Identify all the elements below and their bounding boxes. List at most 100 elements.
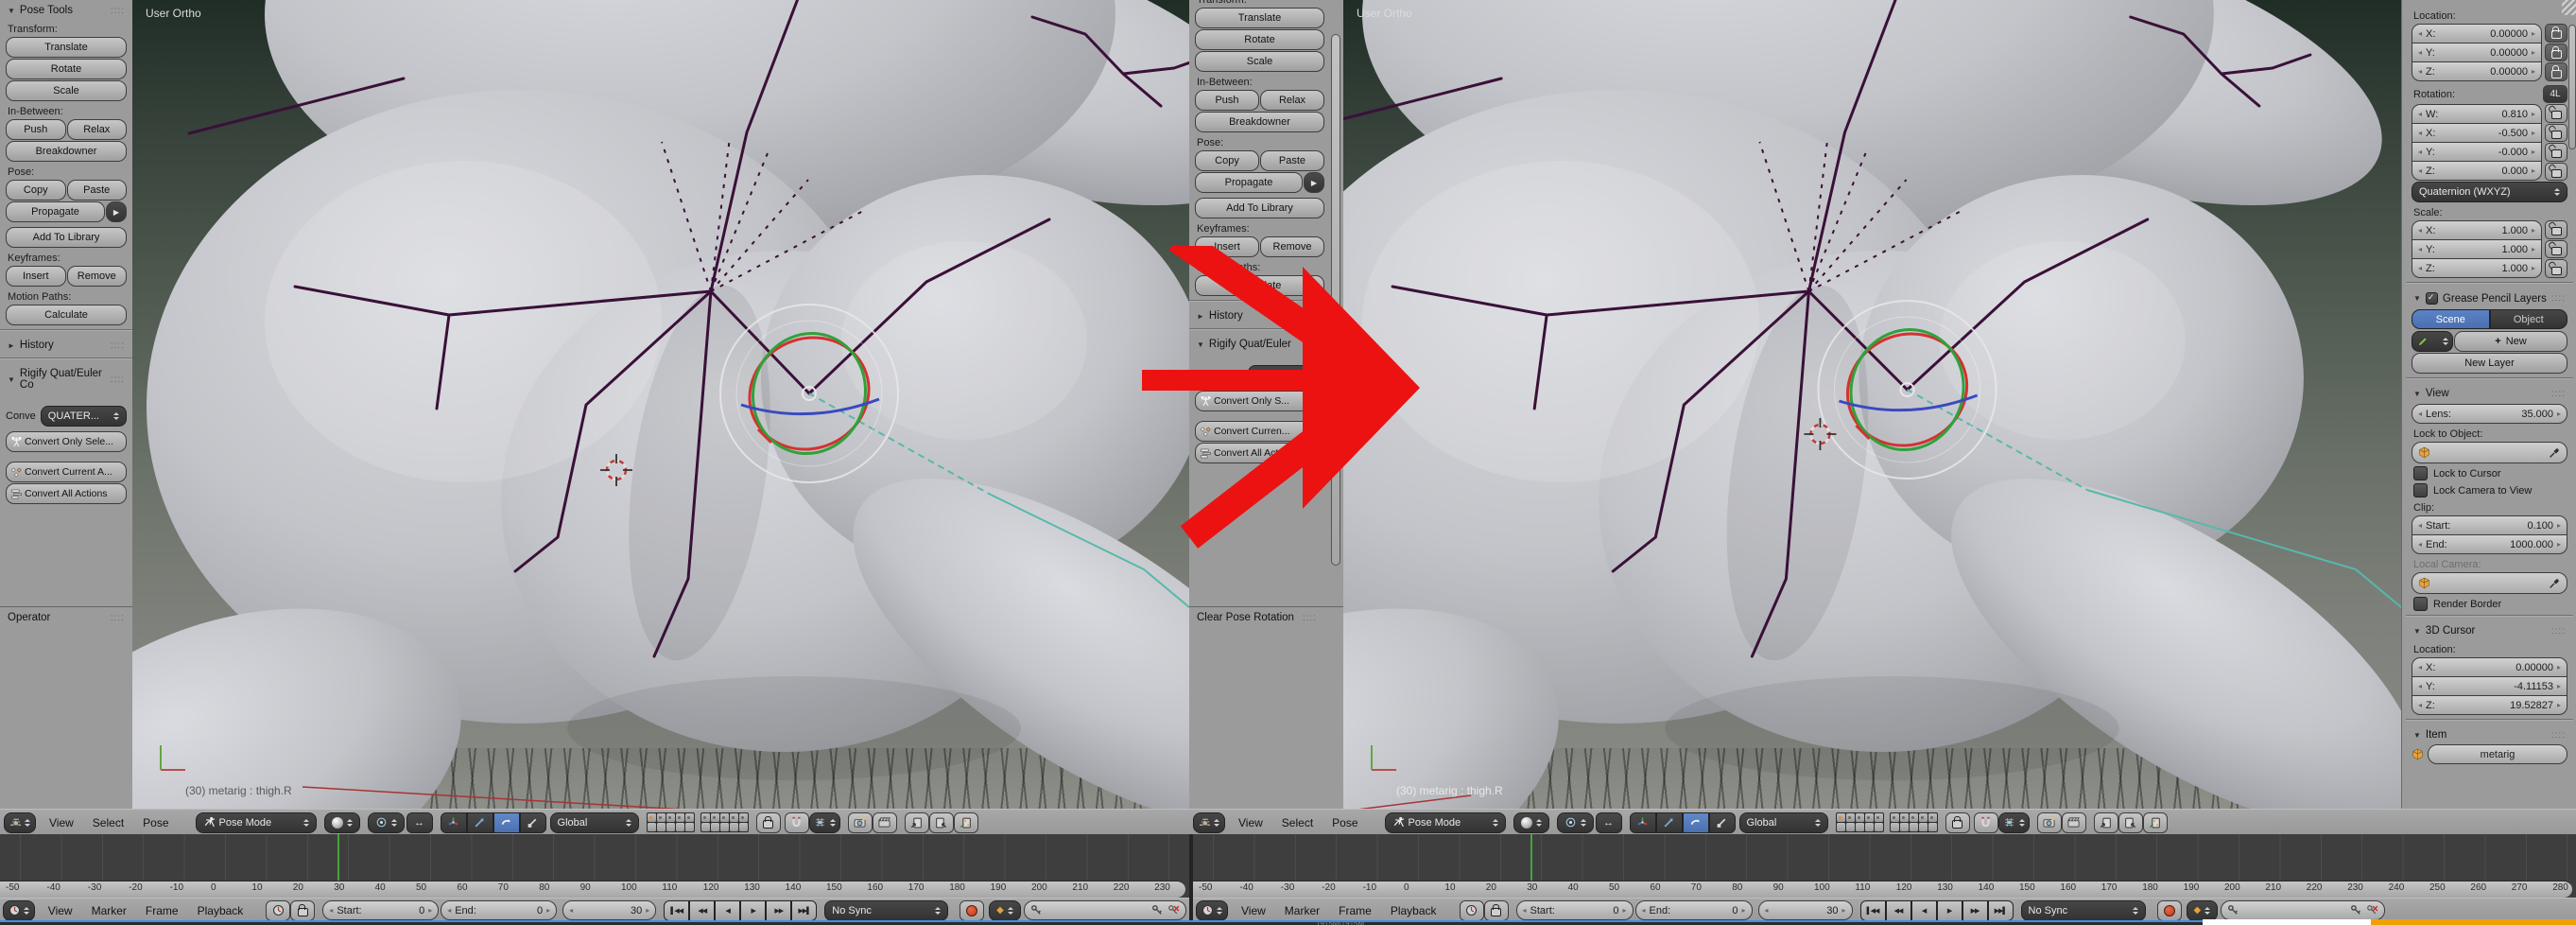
keying-set-dropdown[interactable]: ◆	[2186, 899, 2219, 921]
field-end-1000-000[interactable]: ◂ End: 1000.000 ▸	[2412, 535, 2567, 554]
object-field[interactable]	[2412, 442, 2567, 463]
pivot-point-dropdown[interactable]	[367, 812, 405, 833]
copy-pose-button[interactable]	[2093, 812, 2118, 833]
layer-buttons[interactable]	[1835, 812, 1938, 832]
panel-grip[interactable]: ::::	[111, 6, 125, 16]
decrement-arrow-icon[interactable]: ◂	[2418, 129, 2422, 137]
play-reverse-button[interactable]: ◀	[715, 899, 741, 921]
panel-header-clear-pose-rotation[interactable]: Clear Pose Rotation::::	[1189, 607, 1324, 626]
propagate-button[interactable]: Propagate	[6, 201, 105, 222]
propagate-button[interactable]: Propagate	[1195, 172, 1303, 193]
lock-toggle[interactable]	[2545, 43, 2567, 62]
layer-cell[interactable]	[666, 813, 675, 822]
layer-cell[interactable]	[1836, 813, 1845, 822]
menu-marker[interactable]: Marker	[1285, 904, 1320, 917]
field-y-4-11153[interactable]: ◂ Y: -4.11153 ▸	[2412, 677, 2567, 696]
paste-pose-button[interactable]	[928, 812, 954, 833]
copy-pose-button[interactable]	[904, 812, 929, 833]
mode-dropdown[interactable]: Pose Mode	[1384, 812, 1506, 833]
sync-dropdown[interactable]: No Sync	[2020, 899, 2146, 921]
viewport-3d-scene[interactable]	[1343, 0, 2401, 809]
jump-end-button[interactable]: ▶▶▌	[791, 899, 818, 921]
frame-ruler[interactable]: -50 -40 -30 -20 -10 0 10 20 30 40 50 60 70 80 90 100 110…	[0, 881, 1185, 898]
layer-cell[interactable]	[1864, 823, 1874, 831]
play-button[interactable]: ▶	[740, 899, 767, 921]
increment-arrow-icon[interactable]: ▸	[2557, 521, 2561, 530]
field-y-0-000[interactable]: ◂ Y: -0.000 ▸	[2412, 143, 2542, 162]
field-start-0-100[interactable]: ◂ Start: 0.100 ▸	[2412, 515, 2567, 535]
panel-grip[interactable]: ::::	[111, 340, 125, 351]
current-frame-field[interactable]: ◂ 30 ▸	[1757, 900, 1853, 920]
layer-cell[interactable]	[675, 813, 684, 822]
jump-start-button[interactable]: ▌◀◀	[1859, 899, 1886, 921]
scale-button[interactable]: Scale	[6, 80, 127, 101]
menu-view[interactable]: View	[1241, 904, 1266, 917]
layer-cell[interactable]	[1874, 813, 1883, 822]
frame-end-field[interactable]: ◂ End: 0 ▸	[441, 900, 558, 920]
translate-button[interactable]: Translate	[6, 37, 127, 58]
tab-object[interactable]: Object	[2489, 309, 2567, 329]
panel-grip[interactable]: ::::	[2551, 730, 2566, 741]
layer-cell[interactable]	[1845, 813, 1855, 822]
field-x-0-500[interactable]: ◂ X: -0.500 ▸	[2412, 124, 2542, 143]
panel-header-rigify-quat-euler-co[interactable]: ▼ Rigify Quat/Euler Co::::	[0, 363, 132, 393]
layer-cell[interactable]	[684, 813, 694, 822]
sync-dropdown[interactable]: No Sync	[824, 899, 949, 921]
viewport-3d-scene[interactable]	[132, 0, 1189, 809]
lock-camera-to-view-checkbox[interactable]: Lock Camera to View	[2413, 483, 2566, 497]
unlock-toggle[interactable]	[2545, 143, 2567, 162]
decrement-arrow-icon[interactable]: ◂	[2418, 29, 2422, 38]
decrement-arrow-icon[interactable]: ◂	[2418, 264, 2422, 272]
lock-to-scene-button[interactable]	[1945, 812, 1970, 833]
push-button[interactable]: Push	[1195, 90, 1259, 111]
menu-select[interactable]: Select	[1282, 816, 1313, 829]
editor-type-dropdown[interactable]	[4, 812, 36, 833]
increment-arrow-icon[interactable]: ▸	[2532, 48, 2535, 57]
layer-cell[interactable]	[647, 813, 656, 822]
play-reverse-button[interactable]: ◀	[1910, 899, 1937, 921]
increment-arrow-icon[interactable]: ▸	[2532, 67, 2535, 76]
jump-start-button[interactable]: ▌◀◀	[664, 899, 690, 921]
relax-button[interactable]: Relax	[1260, 90, 1324, 111]
copy-button[interactable]: Copy	[6, 180, 66, 201]
rotation-4l-button[interactable]: 4L	[2543, 85, 2567, 103]
calculate-button[interactable]: Calculate	[6, 305, 127, 325]
menu-playback[interactable]: Playback	[1391, 904, 1437, 917]
increment-arrow-icon[interactable]: ▸	[2557, 410, 2561, 418]
convert-mode-dropdown[interactable]: QUATER...	[40, 406, 127, 427]
prev-keyframe-button[interactable]: ◀◀	[1885, 899, 1911, 921]
paste-flipped-pose-button[interactable]	[2142, 812, 2168, 833]
manipulator-translate-button[interactable]	[1655, 812, 1683, 833]
lock-to-cursor-checkbox[interactable]: Lock to Cursor	[2413, 466, 2566, 480]
panel-header-pose-tools[interactable]: ▼ Pose Tools::::	[0, 0, 132, 19]
menu-view[interactable]: View	[1238, 816, 1263, 829]
decrement-arrow-icon[interactable]: ◂	[2418, 701, 2422, 709]
auto-keyframe-record-button[interactable]	[2156, 899, 2182, 921]
rotation-mode-dropdown[interactable]: Quaternion (WXYZ)	[2412, 182, 2567, 202]
manipulator-toggle-button[interactable]: ↔	[1595, 812, 1622, 833]
insert-button[interactable]: Insert	[6, 266, 66, 287]
panel-header-item[interactable]: ▼ Item::::	[2406, 724, 2573, 743]
item-name-field[interactable]: metarig	[2428, 744, 2567, 764]
panel-grip[interactable]: ::::	[2551, 626, 2566, 637]
editor-type-dropdown[interactable]	[3, 899, 35, 921]
manipulator-scale-button[interactable]	[519, 812, 546, 833]
time-indicator-button[interactable]	[266, 899, 291, 921]
manipulator-axis-button[interactable]	[1629, 812, 1656, 833]
layer-cell[interactable]	[710, 823, 719, 831]
transform-orientation-dropdown[interactable]: Global	[549, 812, 639, 833]
layer-cell[interactable]	[1855, 813, 1864, 822]
menu-frame[interactable]: Frame	[1339, 904, 1372, 917]
layer-cell[interactable]	[1928, 813, 1937, 822]
layer-cell[interactable]	[1890, 813, 1899, 822]
layer-cell[interactable]	[684, 823, 694, 831]
paste-button[interactable]: Paste	[66, 180, 127, 201]
menu-frame[interactable]: Frame	[146, 904, 179, 917]
timeline-track[interactable]	[1193, 834, 2576, 881]
lock-toggle[interactable]	[2545, 24, 2567, 43]
active-keying-set-field[interactable]	[2221, 900, 2386, 920]
next-keyframe-button[interactable]: ▶▶	[1962, 899, 1988, 921]
decrement-arrow-icon[interactable]: ◂	[2418, 110, 2422, 118]
editor-type-dropdown[interactable]	[1193, 812, 1225, 833]
layer-cell[interactable]	[729, 813, 738, 822]
